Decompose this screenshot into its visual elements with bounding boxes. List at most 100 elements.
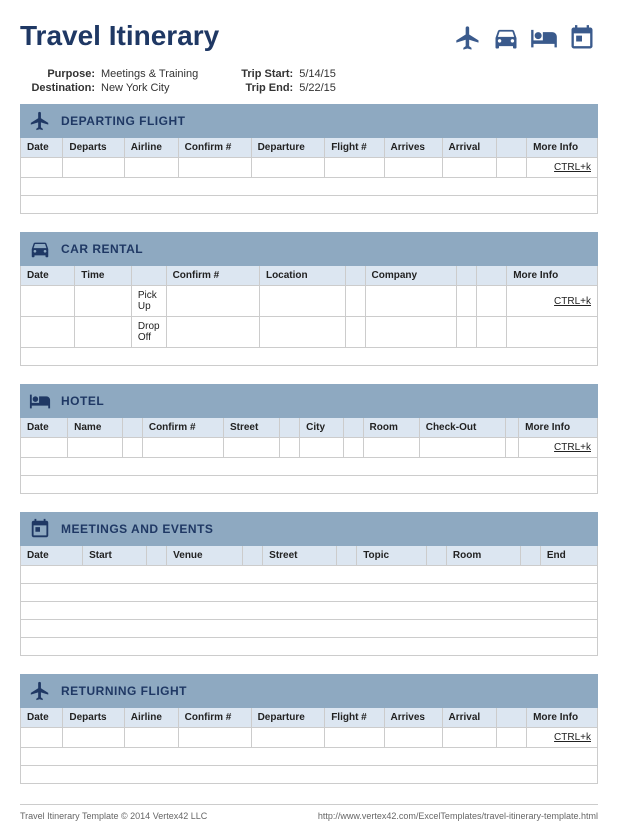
col-airline: Airline bbox=[124, 708, 178, 728]
purpose-label: Purpose: bbox=[20, 68, 95, 80]
col-time: Time bbox=[75, 266, 132, 286]
destination-row: Destination: New York City bbox=[20, 82, 198, 94]
info-left: Purpose: Meetings & Training Destination… bbox=[20, 68, 198, 94]
meetings-table: Date Start Venue Street Topic Room End bbox=[20, 546, 598, 656]
col-confirm: Confirm # bbox=[142, 418, 223, 438]
departing-flight-table: Date Departs Airline Confirm # Departure… bbox=[20, 138, 598, 214]
trip-start-value: 5/14/15 bbox=[299, 68, 336, 80]
departing-flight-section: DEPARTING FLIGHT Date Departs Airline Co… bbox=[20, 104, 598, 214]
col-start: Start bbox=[83, 546, 147, 566]
table-row bbox=[21, 458, 598, 476]
col-airline: Airline bbox=[124, 138, 178, 158]
col-confirm: Confirm # bbox=[178, 138, 251, 158]
col-street: Street bbox=[223, 418, 279, 438]
dropoff-label: Drop Off bbox=[138, 321, 160, 343]
departing-flight-title: DEPARTING FLIGHT bbox=[61, 114, 185, 128]
table-row bbox=[21, 196, 598, 214]
col-arrival: Arrival bbox=[442, 708, 497, 728]
purpose-value: Meetings & Training bbox=[101, 68, 198, 80]
col-spacer1 bbox=[122, 418, 142, 438]
col-confirm: Confirm # bbox=[166, 266, 259, 286]
purpose-row: Purpose: Meetings & Training bbox=[20, 68, 198, 80]
hotel-ctrl-link[interactable]: CTRL+k bbox=[519, 438, 598, 458]
car-rental-header-row: Date Time Confirm # Location Company Mor… bbox=[21, 266, 598, 286]
plane-icon bbox=[452, 24, 484, 52]
table-row: Pick Up CTRL+k bbox=[21, 286, 598, 317]
table-row bbox=[21, 584, 598, 602]
returning-flight-header: RETURNING FLIGHT bbox=[20, 674, 598, 708]
col-arrives: Arrives bbox=[384, 708, 442, 728]
trip-end-label: Trip End: bbox=[228, 82, 293, 94]
col-checkout: Check-Out bbox=[419, 418, 505, 438]
returning-flight-section: RETURNING FLIGHT Date Departs Airline Co… bbox=[20, 674, 598, 784]
car-ctrl-link[interactable]: CTRL+k bbox=[507, 286, 598, 317]
hotel-header-row: Date Name Confirm # Street City Room Che… bbox=[21, 418, 598, 438]
col-room: Room bbox=[446, 546, 520, 566]
col-spacer3 bbox=[337, 546, 357, 566]
returning-flight-header-row: Date Departs Airline Confirm # Departure… bbox=[21, 708, 598, 728]
table-row: CTRL+k bbox=[21, 438, 598, 458]
trip-start-label: Trip Start: bbox=[228, 68, 293, 80]
car-rental-header: CAR RENTAL bbox=[20, 232, 598, 266]
col-more-info: More Info bbox=[507, 266, 598, 286]
trip-info: Purpose: Meetings & Training Destination… bbox=[20, 68, 598, 94]
col-flight: Flight # bbox=[325, 708, 384, 728]
col-spacer4 bbox=[426, 546, 446, 566]
col-departure: Departure bbox=[251, 708, 325, 728]
col-flight: Flight # bbox=[325, 138, 384, 158]
meetings-header-row: Date Start Venue Street Topic Room End bbox=[21, 546, 598, 566]
table-row: CTRL+k bbox=[21, 158, 598, 178]
col-name: Name bbox=[68, 418, 123, 438]
trip-end-value: 5/22/15 bbox=[299, 82, 336, 94]
info-right: Trip Start: 5/14/15 Trip End: 5/22/15 bbox=[228, 68, 336, 94]
car-rental-title: CAR RENTAL bbox=[61, 242, 143, 256]
col-spacer1 bbox=[147, 546, 167, 566]
car-rental-icon bbox=[29, 238, 51, 260]
departing-ctrl-link[interactable]: CTRL+k bbox=[527, 158, 598, 178]
table-row bbox=[21, 620, 598, 638]
table-row bbox=[21, 348, 598, 366]
hotel-header: HOTEL bbox=[20, 384, 598, 418]
col-spacer2 bbox=[280, 418, 300, 438]
col-spacer bbox=[497, 138, 527, 158]
col-location: Location bbox=[259, 266, 345, 286]
departing-plane-icon bbox=[29, 110, 51, 132]
col-date: Date bbox=[21, 138, 63, 158]
destination-label: Destination: bbox=[20, 82, 95, 94]
table-row bbox=[21, 566, 598, 584]
returning-ctrl-link[interactable]: CTRL+k bbox=[527, 728, 598, 748]
col-spacer1 bbox=[131, 266, 166, 286]
col-departs: Departs bbox=[63, 708, 124, 728]
col-date: Date bbox=[21, 708, 63, 728]
col-date: Date bbox=[21, 418, 68, 438]
col-topic: Topic bbox=[357, 546, 427, 566]
table-row bbox=[21, 178, 598, 196]
footer-copyright: Travel Itinerary Template © 2014 Vertex4… bbox=[20, 811, 207, 821]
departing-flight-header: DEPARTING FLIGHT bbox=[20, 104, 598, 138]
col-more-info: More Info bbox=[527, 138, 598, 158]
header-left: Travel Itinerary bbox=[20, 20, 219, 52]
car-rental-section: CAR RENTAL Date Time Confirm # Location … bbox=[20, 232, 598, 366]
returning-flight-table: Date Departs Airline Confirm # Departure… bbox=[20, 708, 598, 784]
returning-flight-title: RETURNING FLIGHT bbox=[61, 684, 187, 698]
hotel-section: HOTEL Date Name Confirm # Street City Ro… bbox=[20, 384, 598, 494]
table-row bbox=[21, 638, 598, 656]
col-spacer2 bbox=[345, 266, 365, 286]
meetings-section-icon bbox=[29, 518, 51, 540]
destination-value: New York City bbox=[101, 82, 169, 94]
header-icons bbox=[452, 24, 598, 52]
col-departs: Departs bbox=[63, 138, 124, 158]
car-rental-table: Date Time Confirm # Location Company Mor… bbox=[20, 266, 598, 366]
col-spacer4 bbox=[506, 418, 519, 438]
page-footer: Travel Itinerary Template © 2014 Vertex4… bbox=[20, 804, 598, 821]
hotel-table: Date Name Confirm # Street City Room Che… bbox=[20, 418, 598, 494]
col-arrival: Arrival bbox=[442, 138, 497, 158]
col-room: Room bbox=[363, 418, 419, 438]
hotel-icon bbox=[528, 24, 560, 52]
col-arrives: Arrives bbox=[384, 138, 442, 158]
meetings-section: MEETINGS AND EVENTS Date Start Venue Str… bbox=[20, 512, 598, 656]
col-spacer bbox=[497, 708, 527, 728]
col-spacer4 bbox=[477, 266, 507, 286]
departing-flight-header-row: Date Departs Airline Confirm # Departure… bbox=[21, 138, 598, 158]
hotel-section-icon bbox=[29, 390, 51, 412]
